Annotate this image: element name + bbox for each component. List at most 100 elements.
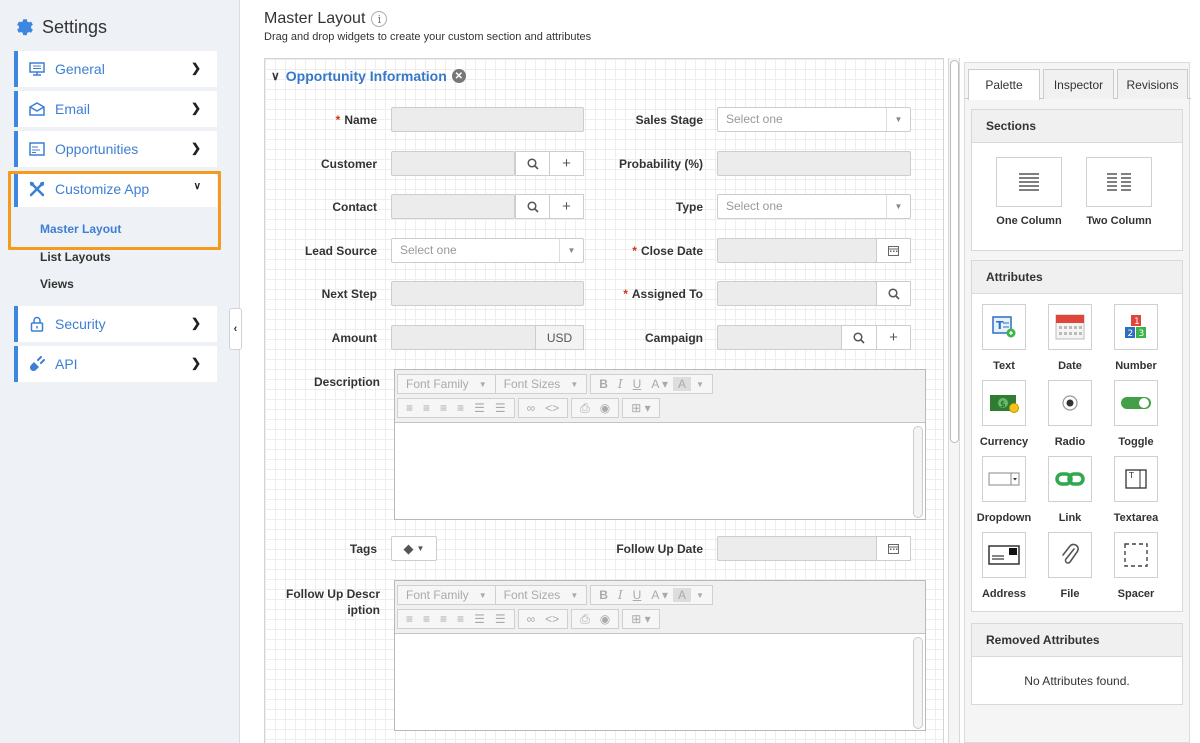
sidebar-item-api[interactable]: API ❯ <box>14 346 217 382</box>
link-icon[interactable] <box>1048 456 1092 502</box>
collapse-sidebar-button[interactable]: ‹ <box>229 308 242 350</box>
font-sizes-select[interactable]: Font Sizes ▼ <box>494 374 588 394</box>
preview-icon[interactable]: ◉ <box>595 612 615 626</box>
bold-icon[interactable]: B <box>594 588 613 602</box>
search-icon[interactable] <box>876 281 911 306</box>
section-header[interactable]: ∨ Opportunity Information ✕ <box>271 68 466 84</box>
campaign-input[interactable] <box>717 325 842 350</box>
code-icon[interactable]: <> <box>540 401 564 415</box>
align-right-icon[interactable]: ≡ <box>435 612 452 626</box>
numbered-list-icon[interactable]: ☰ <box>490 612 511 626</box>
calendar-icon[interactable] <box>876 238 911 263</box>
sidebar-item-opportunities[interactable]: Opportunities ❯ <box>14 131 217 167</box>
canvas-scrollbar[interactable] <box>948 58 960 743</box>
close-date-input[interactable] <box>717 238 877 263</box>
tab-revisions[interactable]: Revisions <box>1117 69 1188 99</box>
font-color-icon[interactable]: A ▾ <box>646 588 673 602</box>
customer-input[interactable] <box>391 151 515 176</box>
contact-input[interactable] <box>391 194 515 219</box>
tags-dropdown[interactable]: ◆ ▼ <box>391 536 437 561</box>
format-group: BIUA ▾ A ▼ <box>590 585 713 605</box>
spacer-icon[interactable] <box>1114 532 1158 578</box>
description-editor[interactable]: Font Family ▼ Font Sizes ▼ BIUA ▾ A ▼ ≡ ≡ ≡ ≡ ☰ ☰… <box>394 369 926 520</box>
highlight-color-icon[interactable]: A <box>673 377 692 391</box>
textarea-icon[interactable]: T <box>1114 456 1158 502</box>
chevron-down-icon[interactable]: ∨ <box>271 69 280 83</box>
next-step-input[interactable] <box>391 281 584 306</box>
align-justify-icon[interactable]: ≡ <box>452 401 469 415</box>
italic-icon[interactable]: I <box>613 377 628 391</box>
name-input[interactable] <box>391 107 584 132</box>
bullet-list-icon[interactable]: ☰ <box>469 612 490 626</box>
currency-icon[interactable]: $ <box>982 380 1026 426</box>
link-icon[interactable]: ∞ <box>522 401 541 415</box>
sidebar-item-email[interactable]: Email ❯ <box>14 91 217 127</box>
bold-icon[interactable]: B <box>594 377 613 391</box>
toggle-icon[interactable] <box>1114 380 1158 426</box>
sidebar: Settings General ❯ Email ❯ Opportunities… <box>0 0 240 743</box>
sales-stage-select[interactable]: Select one ▼ <box>717 107 911 132</box>
number-icon[interactable]: 123 <box>1114 304 1158 350</box>
type-select[interactable]: Select one ▼ <box>717 194 911 219</box>
font-family-select[interactable]: Font Family ▼ <box>397 374 496 394</box>
search-icon[interactable] <box>515 194 550 219</box>
align-left-icon[interactable]: ≡ <box>401 612 418 626</box>
radio-icon[interactable] <box>1048 380 1092 426</box>
bullet-list-icon[interactable]: ☰ <box>469 401 490 415</box>
align-right-icon[interactable]: ≡ <box>435 401 452 415</box>
info-icon[interactable]: i <box>371 11 388 27</box>
align-center-icon[interactable]: ≡ <box>418 401 435 415</box>
amount-input[interactable] <box>391 325 536 350</box>
dropdown-icon[interactable] <box>982 456 1026 502</box>
empty-state-text: No Attributes found. <box>1024 674 1130 688</box>
address-icon[interactable] <box>982 532 1026 578</box>
one-column-icon[interactable] <box>996 157 1062 207</box>
one-column-label: One Column <box>996 215 1062 227</box>
subitem-list-layouts[interactable]: List Layouts <box>40 250 111 264</box>
assigned-to-input[interactable] <box>717 281 877 306</box>
follow-up-description-editor[interactable]: Font Family ▼ Font Sizes ▼ BIUA ▾ A ▼ ≡ ≡ ≡ ≡ ☰ ☰… <box>394 580 926 731</box>
sidebar-item-security[interactable]: Security ❯ <box>14 306 217 342</box>
tab-inspector[interactable]: Inspector <box>1043 69 1114 99</box>
svg-text:3: 3 <box>1139 329 1145 339</box>
link-icon[interactable]: ∞ <box>522 612 541 626</box>
numbered-list-icon[interactable]: ☰ <box>490 401 511 415</box>
font-color-icon[interactable]: A ▾ <box>646 377 673 391</box>
preview-icon[interactable]: ◉ <box>595 401 615 415</box>
table-icon[interactable]: ⊞ ▾ <box>622 398 660 418</box>
italic-icon[interactable]: I <box>613 588 628 602</box>
highlight-color-icon[interactable]: A <box>673 588 692 602</box>
add-icon[interactable]: + <box>549 151 584 176</box>
underline-icon[interactable]: U <box>628 588 647 602</box>
print-icon[interactable]: ⎙ <box>575 401 595 416</box>
text-icon[interactable]: T <box>982 304 1026 350</box>
search-icon[interactable] <box>515 151 550 176</box>
remove-section-icon[interactable]: ✕ <box>451 69 466 83</box>
table-icon[interactable]: ⊞ ▾ <box>622 609 660 629</box>
two-column-icon[interactable] <box>1086 157 1152 207</box>
follow-up-date-input[interactable] <box>717 536 877 561</box>
code-icon[interactable]: <> <box>540 612 564 626</box>
editor-scrollbar[interactable] <box>913 637 923 729</box>
paperclip-icon[interactable] <box>1048 532 1092 578</box>
align-justify-icon[interactable]: ≡ <box>452 612 469 626</box>
add-icon[interactable]: + <box>876 325 911 350</box>
add-icon[interactable]: + <box>549 194 584 219</box>
font-sizes-select[interactable]: Font Sizes ▼ <box>494 585 588 605</box>
search-icon[interactable] <box>841 325 877 350</box>
print-icon[interactable]: ⎙ <box>575 612 595 627</box>
scrollbar-thumb[interactable] <box>950 60 959 443</box>
underline-icon[interactable]: U <box>628 377 647 391</box>
subitem-views[interactable]: Views <box>40 277 74 291</box>
lead-source-select[interactable]: Select one ▼ <box>391 238 584 263</box>
align-center-icon[interactable]: ≡ <box>418 612 435 626</box>
calendar-icon[interactable] <box>876 536 911 561</box>
editor-scrollbar[interactable] <box>913 426 923 518</box>
tab-palette[interactable]: Palette <box>968 69 1040 100</box>
font-family-select[interactable]: Font Family ▼ <box>397 585 496 605</box>
align-left-icon[interactable]: ≡ <box>401 401 418 415</box>
sidebar-item-general[interactable]: General ❯ <box>14 51 217 87</box>
date-icon[interactable] <box>1048 304 1092 350</box>
section-title: Opportunity Information <box>285 68 447 84</box>
probability-input[interactable] <box>717 151 911 176</box>
